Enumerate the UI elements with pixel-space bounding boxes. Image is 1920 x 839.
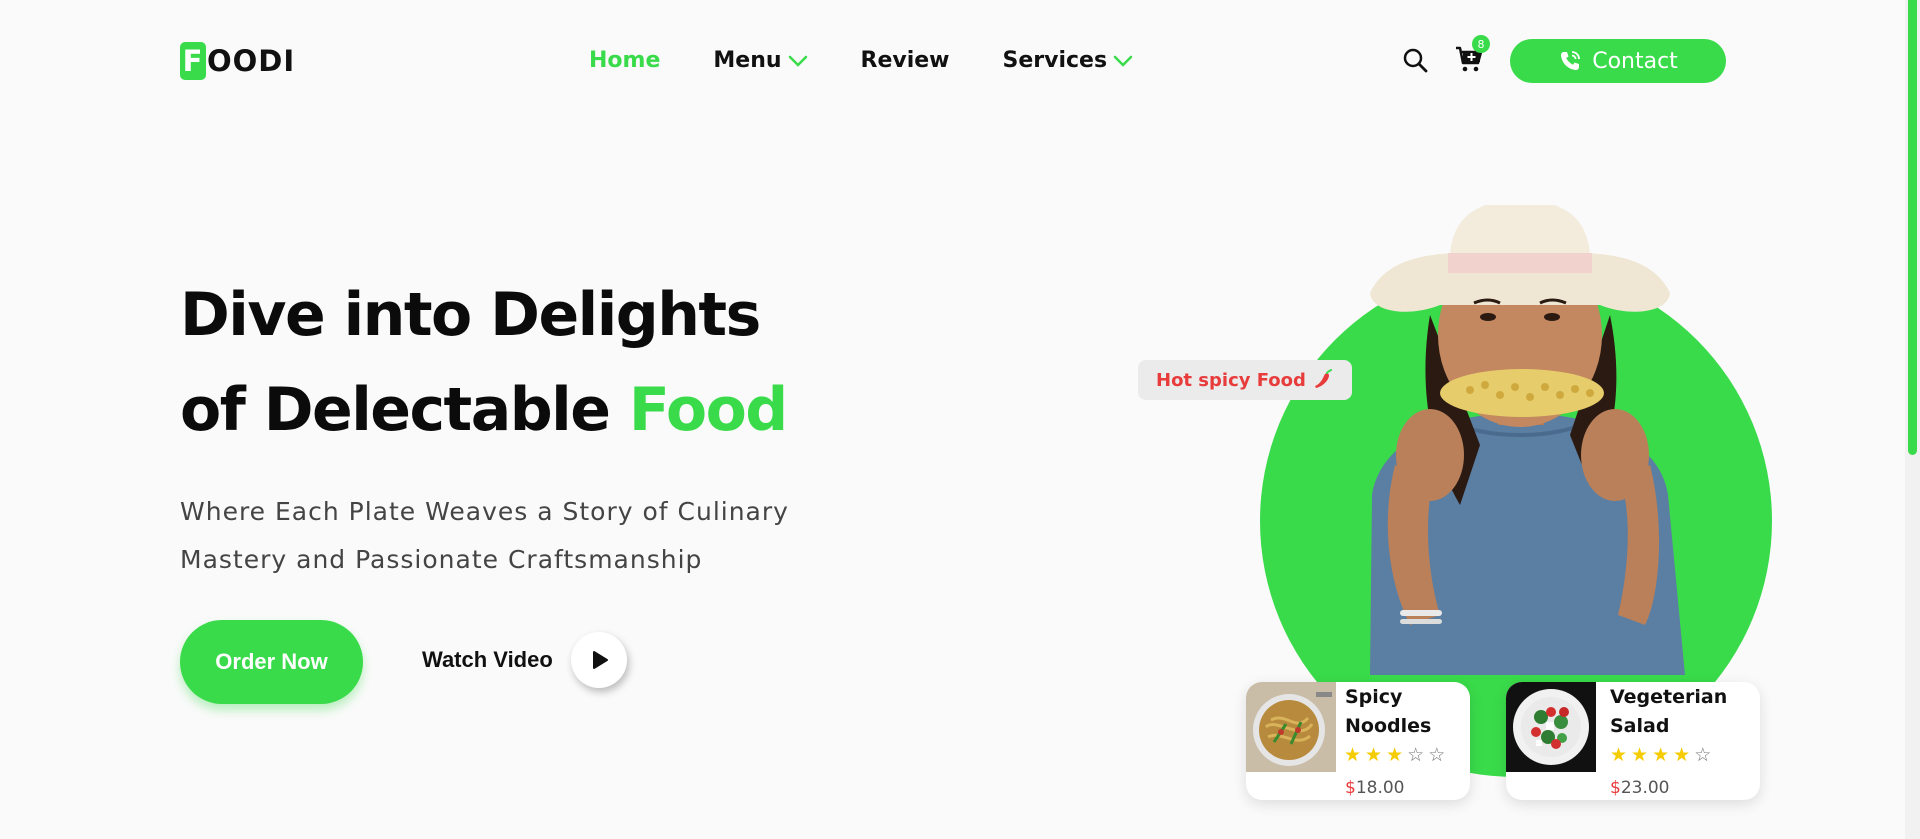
star-filled-icon: ★: [1386, 744, 1404, 766]
order-now-button[interactable]: Order Now: [180, 620, 363, 704]
star-filled-icon: ★: [1631, 744, 1649, 766]
hero-subtitle: Where Each Plate Weaves a Story of Culin…: [180, 488, 820, 584]
nav-home-label: Home: [589, 48, 661, 73]
cart-count-badge: 8: [1472, 35, 1490, 53]
chevron-down-icon: [1113, 55, 1133, 67]
logo-mark: F: [180, 42, 206, 80]
star-filled-icon: ★: [1652, 744, 1670, 766]
star-empty-icon: ☆: [1694, 744, 1712, 766]
play-button[interactable]: [570, 632, 627, 688]
chevron-down-icon: [788, 55, 807, 67]
card-price: $23.00: [1610, 778, 1670, 798]
logo[interactable]: F OODI: [180, 42, 295, 80]
star-filled-icon: ★: [1344, 744, 1362, 766]
vegeterian-salad-image: [1506, 682, 1596, 772]
card-title: Spicy Noodles: [1345, 686, 1432, 737]
card-title: Vegeterian Salad: [1610, 686, 1728, 737]
currency-symbol: $: [1345, 778, 1356, 798]
headline-line2: of Delectable: [180, 375, 629, 445]
nav-home[interactable]: Home: [589, 48, 660, 73]
star-empty-icon: ☆: [1407, 744, 1425, 766]
subtitle-line2: Mastery and Passionate Craftsmanship: [180, 545, 703, 574]
hero-girl-eating-corn-image: [1370, 205, 1685, 675]
watch-video-button[interactable]: Watch Video: [422, 632, 627, 688]
headline-line1: Dive into Delights: [180, 280, 761, 350]
nav-menu-label: Menu: [713, 48, 782, 73]
main-menu: Home Menu Review Services: [589, 48, 1133, 73]
price-value: 18.00: [1355, 778, 1405, 798]
spicy-noodles-image: [1246, 682, 1336, 772]
watch-video-label: Watch Video: [422, 647, 553, 672]
nav-review[interactable]: Review: [861, 48, 950, 73]
star-filled-icon: ★: [1673, 744, 1691, 766]
rating-stars: ★ ★ ★ ★ ☆: [1610, 744, 1711, 766]
chili-pepper-icon: [1314, 369, 1332, 388]
hot-spicy-food-tag: Hot spicy Food: [1138, 360, 1352, 400]
currency-symbol: $: [1610, 778, 1621, 798]
headline-highlight: Food: [628, 375, 788, 445]
nav-services-label: Services: [1002, 48, 1108, 73]
nav-review-label: Review: [860, 48, 950, 73]
star-filled-icon: ★: [1365, 744, 1383, 766]
search-icon[interactable]: [1402, 47, 1428, 73]
hero-headline: Dive into Delights of Delectable Food: [180, 268, 788, 458]
contact-label: Contact: [1592, 48, 1678, 74]
star-empty-icon: ☆: [1428, 744, 1446, 766]
nav-menu[interactable]: Menu: [713, 48, 807, 73]
contact-button[interactable]: Contact: [1510, 39, 1726, 83]
food-card-spicy-noodles[interactable]: Spicy Noodles ★ ★ ★ ☆ ☆ $18.00: [1246, 682, 1470, 800]
nav-services[interactable]: Services: [1003, 48, 1134, 73]
food-card-vegeterian-salad[interactable]: Vegeterian Salad ★ ★ ★ ★ ☆ $23.00: [1506, 682, 1760, 800]
play-icon: [592, 651, 608, 669]
rating-stars: ★ ★ ★ ☆ ☆: [1344, 744, 1445, 766]
logo-text: OODI: [207, 44, 296, 78]
navbar: F OODI Home Menu Review Services 8 Conta…: [0, 0, 1905, 120]
star-filled-icon: ★: [1610, 744, 1628, 766]
spicy-tag-label: Hot spicy Food: [1156, 369, 1306, 391]
subtitle-line1: Where Each Plate Weaves a Story of Culin…: [180, 497, 789, 526]
scrollbar-thumb[interactable]: [1908, 0, 1917, 455]
card-price: $18.00: [1345, 778, 1405, 798]
phone-icon: [1561, 51, 1581, 70]
price-value: 23.00: [1620, 778, 1670, 798]
